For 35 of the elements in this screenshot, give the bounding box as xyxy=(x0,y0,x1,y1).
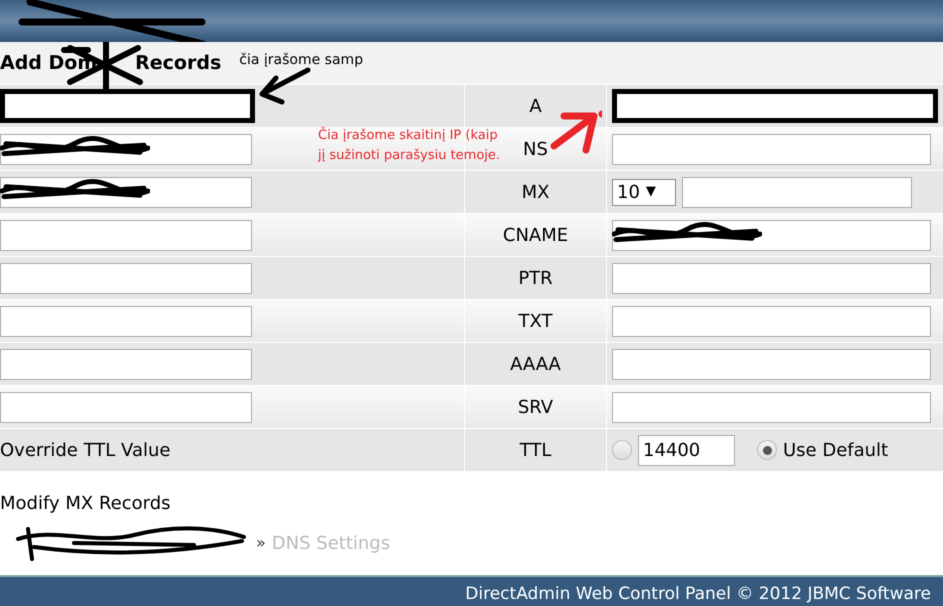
text-field[interactable] xyxy=(0,348,252,380)
record-type: A xyxy=(529,94,542,118)
row-label: Override TTL Value xyxy=(0,438,170,462)
record-type: NS xyxy=(523,138,548,162)
record-type: CNAME xyxy=(502,224,568,248)
annotation-note: Čia įrašome skaitinį IP (kaip jį sužinoti parašysiu temoje. xyxy=(318,126,502,165)
text-field[interactable] xyxy=(682,176,912,208)
text-field[interactable] xyxy=(612,348,931,380)
ttl-field[interactable]: 14400 xyxy=(638,434,735,466)
text-field[interactable] xyxy=(612,392,931,422)
text-field[interactable] xyxy=(0,392,252,422)
priority-select[interactable]: 10 ▼ xyxy=(612,178,676,206)
record-type: SRV xyxy=(518,396,554,420)
record-type: TTL xyxy=(520,438,552,462)
modify-mx-link[interactable]: Modify MX Records xyxy=(0,490,943,517)
breadcrumb-current: DNS Settings xyxy=(272,532,390,556)
footer-text: DirectAdmin Web Control Panel © 2012 JBMC Software xyxy=(465,583,931,606)
radio-button[interactable] xyxy=(757,440,777,460)
breadcrumb-separator: » xyxy=(256,532,266,554)
text-field[interactable] xyxy=(612,89,938,123)
text-field[interactable] xyxy=(612,134,931,164)
text-field[interactable] xyxy=(612,306,931,336)
text-field[interactable] xyxy=(0,220,252,250)
section-heading: Records xyxy=(135,50,222,76)
record-type: TXT xyxy=(518,310,552,334)
text-field[interactable] xyxy=(0,262,252,294)
record-type: MX xyxy=(522,180,550,204)
radio-label: Use Default xyxy=(783,438,888,462)
text-field[interactable] xyxy=(612,262,931,294)
record-type: PTR xyxy=(518,266,553,290)
record-type: AAAA xyxy=(510,352,561,376)
text-field[interactable] xyxy=(0,89,255,123)
annotation-note: čia įrašome samp xyxy=(239,50,364,70)
radio-button[interactable] xyxy=(612,440,632,460)
text-field[interactable] xyxy=(0,306,252,336)
